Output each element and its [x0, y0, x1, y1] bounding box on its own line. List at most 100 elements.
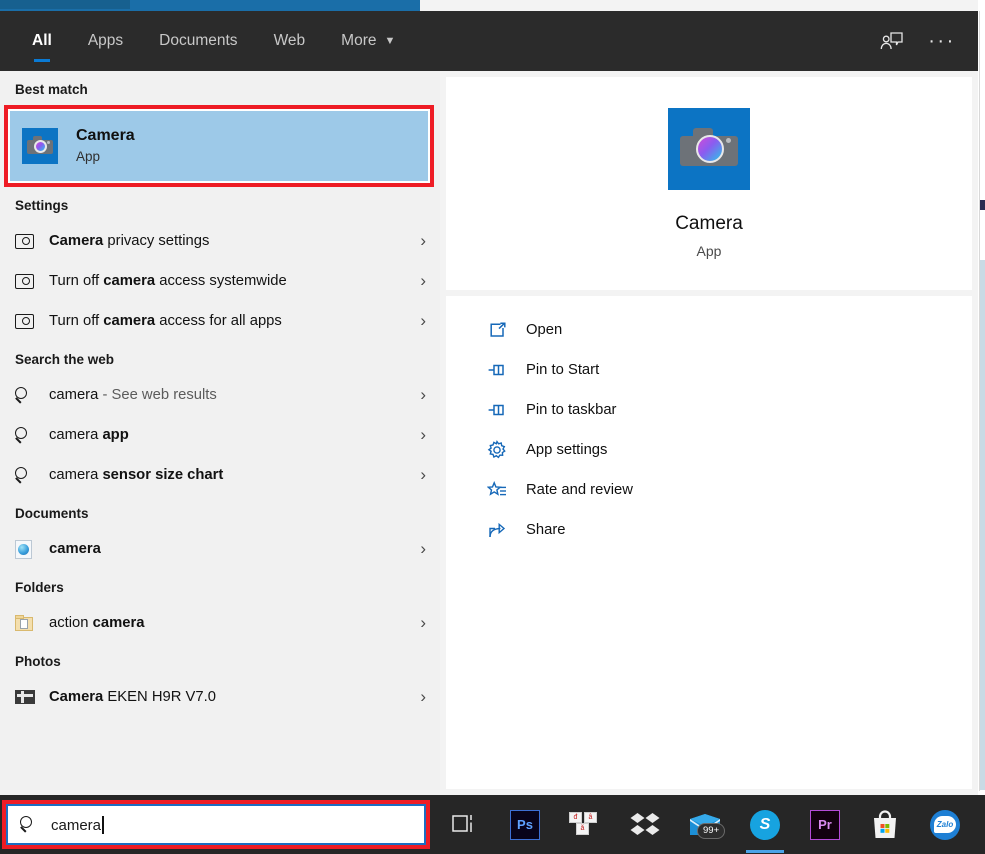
action-label: Pin to taskbar	[526, 402, 617, 418]
action-label: Open	[526, 322, 563, 338]
section-settings: Settings	[15, 198, 69, 213]
best-match-result-camera[interactable]: Camera App	[10, 111, 428, 181]
result-label: action camera	[49, 615, 145, 631]
tab-more-label: More	[341, 32, 377, 49]
zalo-icon: Zalo	[930, 809, 960, 840]
result-label: camera - See web results	[49, 387, 217, 403]
camera-app-icon	[22, 128, 58, 164]
taskbar-icons: Ps đ â ă 99+ S Pr Zalo	[430, 795, 985, 854]
best-match-title: Camera	[76, 127, 135, 144]
action-open[interactable]: Open	[446, 310, 972, 350]
result-label: Camera privacy settings	[49, 233, 210, 249]
microsoft-store-icon	[871, 809, 899, 840]
result-folder-action-camera[interactable]: action camera ›	[0, 603, 440, 643]
mail-icon: 99+	[688, 812, 726, 839]
action-rate-and-review[interactable]: Rate and review	[446, 470, 972, 510]
star-list-icon	[484, 480, 510, 500]
tab-apps[interactable]: Apps	[70, 11, 141, 71]
result-label: camera	[49, 541, 101, 557]
tab-documents-label: Documents	[159, 32, 238, 49]
share-icon	[484, 521, 510, 540]
result-label: Turn off camera access systemwide	[49, 273, 287, 289]
action-app-settings[interactable]: App settings	[446, 430, 972, 470]
premiere-icon: Pr	[810, 809, 840, 840]
result-document-camera[interactable]: camera ›	[0, 529, 440, 569]
result-label: camera sensor size chart	[49, 467, 224, 483]
result-camera-privacy-settings[interactable]: Camera privacy settings ›	[0, 221, 440, 261]
camera-outline-icon	[15, 313, 41, 329]
mail-badge: 99+	[697, 822, 726, 839]
pin-icon	[484, 361, 510, 380]
search-header: All Apps Documents Web More ▼ ···	[0, 11, 978, 71]
result-turn-off-camera-systemwide[interactable]: Turn off camera access systemwide ›	[0, 261, 440, 301]
taskbar-item-skype[interactable]: S	[746, 808, 784, 853]
chevron-right-icon: ›	[420, 231, 426, 250]
best-match-text: Camera App	[76, 125, 135, 167]
taskbar-item-photoshop[interactable]: Ps	[508, 808, 542, 842]
action-label: App settings	[526, 442, 608, 458]
background-window-titlebar-accent	[0, 0, 130, 9]
taskbar: camera Ps đ â ă 99+ S Pr Zalo	[0, 795, 985, 854]
tab-documents[interactable]: Documents	[141, 11, 255, 71]
tab-all[interactable]: All	[14, 11, 70, 71]
chevron-right-icon: ›	[420, 687, 426, 706]
tab-all-label: All	[32, 32, 52, 49]
screen-right-band	[980, 260, 985, 790]
open-window-icon	[484, 321, 510, 340]
chevron-right-icon: ›	[420, 385, 426, 404]
photo-icon	[15, 690, 41, 704]
action-pin-to-start[interactable]: Pin to Start	[446, 350, 972, 390]
chevron-right-icon: ›	[420, 465, 426, 484]
chevron-down-icon: ▼	[384, 34, 396, 47]
tab-apps-label: Apps	[87, 32, 124, 49]
tab-web-label: Web	[273, 32, 306, 49]
result-web-camera[interactable]: camera - See web results ›	[0, 375, 440, 415]
result-turn-off-camera-all-apps[interactable]: Turn off camera access for all apps ›	[0, 301, 440, 341]
gear-icon	[484, 440, 510, 460]
action-label: Pin to Start	[526, 362, 600, 378]
dropbox-icon	[630, 812, 660, 838]
result-web-camera-sensor-size-chart[interactable]: camera sensor size chart ›	[0, 455, 440, 495]
taskbar-search-highlight-box: camera	[2, 800, 430, 849]
photoshop-icon: Ps	[510, 809, 540, 840]
taskbar-item-unikey[interactable]: đ â ă	[568, 808, 602, 842]
background-window-right	[420, 0, 985, 11]
taskbar-item-premiere[interactable]: Pr	[808, 808, 842, 842]
action-label: Rate and review	[526, 482, 633, 498]
taskbar-item-dropbox[interactable]	[628, 808, 662, 842]
taskbar-item-microsoft-store[interactable]	[868, 808, 902, 842]
search-body: Best match Camera App Settings Camera pr…	[0, 71, 978, 795]
taskbar-item-zalo[interactable]: Zalo	[928, 808, 962, 842]
result-web-camera-app[interactable]: camera app ›	[0, 415, 440, 455]
chevron-right-icon: ›	[420, 539, 426, 558]
preview-app-name: Camera	[675, 213, 743, 234]
action-pin-to-taskbar[interactable]: Pin to taskbar	[446, 390, 972, 430]
taskbar-item-task-view[interactable]	[448, 808, 482, 842]
feedback-icon[interactable]	[874, 23, 910, 59]
tab-more[interactable]: More ▼	[323, 11, 413, 71]
best-match-subtitle: App	[76, 149, 101, 164]
result-label: camera app	[49, 427, 129, 443]
camera-app-icon	[668, 108, 750, 190]
search-input[interactable]: camera	[6, 804, 426, 845]
tab-web[interactable]: Web	[256, 11, 324, 71]
results-pane: Best match Camera App Settings Camera pr…	[0, 71, 440, 795]
pin-icon	[484, 401, 510, 420]
result-label: Camera EKEN H9R V7.0	[49, 689, 216, 705]
result-photo-camera-eken[interactable]: Camera EKEN H9R V7.0 ›	[0, 677, 440, 717]
chevron-right-icon: ›	[420, 425, 426, 444]
text-caret	[102, 815, 104, 834]
app-actions-card: Open Pin to Start Pin to taskbar App set…	[446, 296, 972, 789]
action-share[interactable]: Share	[446, 510, 972, 550]
preview-pane: Camera App Open Pin to Start Pin to task…	[440, 71, 978, 795]
search-icon	[15, 466, 41, 484]
search-icon	[15, 426, 41, 444]
camera-outline-icon	[15, 233, 41, 249]
section-photos: Photos	[15, 654, 61, 669]
task-view-icon	[451, 813, 479, 837]
search-input-value: camera	[51, 815, 104, 834]
more-options-icon[interactable]: ···	[924, 23, 960, 59]
ellipsis-glyph: ···	[928, 30, 956, 52]
search-filter-tabs: All Apps Documents Web More ▼	[0, 11, 413, 71]
taskbar-item-mail[interactable]: 99+	[688, 808, 726, 842]
